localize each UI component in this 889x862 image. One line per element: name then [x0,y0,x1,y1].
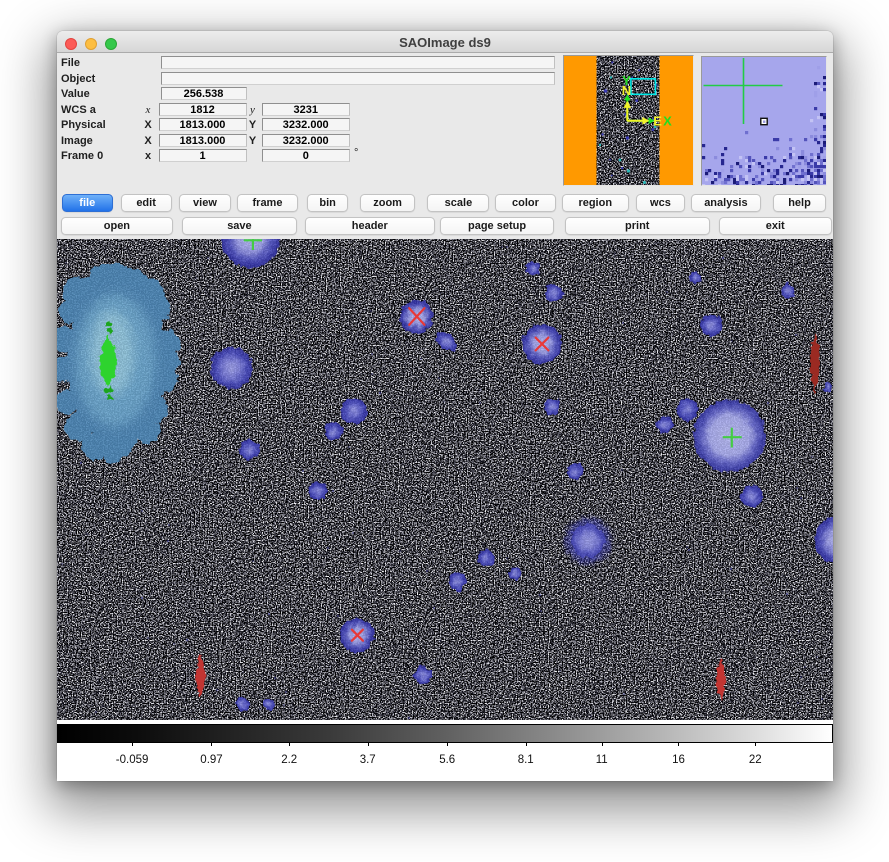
svg-text:N: N [622,83,631,98]
svg-text:E: E [653,114,662,129]
svg-text:X: X [663,113,672,128]
